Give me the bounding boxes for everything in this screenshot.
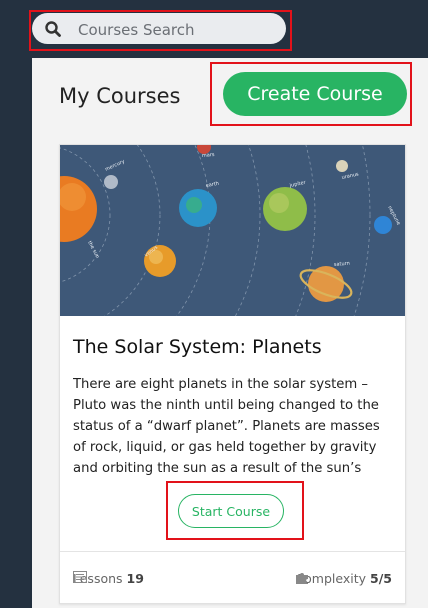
complexity-value: 5/5 [370, 571, 392, 586]
sidebar [0, 58, 30, 608]
complexity-info: Complexity 5/5 [295, 571, 392, 586]
lessons-info: Lessons 19 [73, 571, 144, 586]
course-card[interactable]: the sun mercury venus earth mars jupiter… [59, 144, 406, 604]
lessons-count: 19 [126, 571, 144, 586]
uranus-planet [336, 160, 348, 172]
start-course-button[interactable]: Start Course [178, 494, 284, 528]
search-icon [45, 21, 61, 37]
course-description: There are eight planets in the solar sys… [73, 377, 380, 476]
mercury-planet [104, 175, 118, 189]
image-label-mars: mars [202, 152, 215, 159]
neptune-planet [374, 216, 392, 234]
course-title[interactable]: The Solar System: Planets [73, 336, 322, 358]
page-title: My Courses [59, 84, 181, 108]
search-box[interactable] [32, 13, 286, 44]
puzzle-icon [296, 573, 309, 584]
search-input[interactable] [76, 17, 280, 42]
create-course-button[interactable]: Create Course [223, 72, 407, 116]
card-footer: Lessons 19 Complexity 5/5 [60, 551, 405, 604]
list-icon [73, 571, 87, 583]
course-image: the sun mercury venus earth mars jupiter… [60, 145, 405, 316]
